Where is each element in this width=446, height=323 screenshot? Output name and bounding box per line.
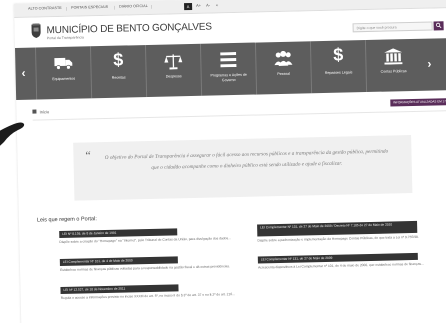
separator: | (66, 5, 68, 11)
search-input[interactable]: Digite o que você procura (352, 21, 433, 33)
people-icon (274, 50, 293, 67)
site-subtitle: Portal da Transparência (46, 35, 84, 41)
official-journal-link[interactable]: DIÁRIO OFICIAL (119, 4, 148, 9)
nav-item-label: Programas e Ações de Governo (210, 72, 247, 82)
list-icon (220, 51, 237, 68)
nav-item-repasses[interactable]: $ Repasses Legais (309, 40, 367, 94)
special-portals-link[interactable]: PORTAIS ESPECIAIS (71, 5, 108, 10)
dollar-icon: $ (113, 49, 124, 70)
high-contrast-link[interactable]: ALTO CONTRASTE (28, 6, 62, 11)
hand-pointer-icon (0, 122, 25, 146)
nav-item-equipamentos[interactable]: Equipamentos (34, 46, 92, 100)
nav-item-contas[interactable]: Contas Públicas (364, 38, 422, 93)
truck-icon (54, 57, 73, 70)
law-link[interactable]: LEI Complementar Nº 131, de 27 de Maio d… (257, 220, 418, 237)
nav-item-label: Contas Públicas (380, 69, 407, 74)
divider (32, 109, 446, 121)
site-title[interactable]: MUNICÍPIO DE BENTO GONÇALVES (46, 22, 211, 37)
nav-item-label: Equipamentos (52, 76, 76, 82)
nav-item-pessoal[interactable]: Pessoal (254, 41, 312, 95)
dollar-icon: $ (332, 44, 344, 65)
nav-item-programas[interactable]: Programas e Ações de Governo (199, 42, 257, 96)
nav-item-label: Despesas (165, 74, 182, 79)
breadcrumb-home-link[interactable]: Início (40, 109, 50, 114)
nav-item-despesas[interactable]: Despesas (144, 43, 202, 98)
nav-item-label: Receitas (111, 75, 126, 80)
quote-icon: “ (85, 148, 91, 163)
browser-page: ALTO CONTRASTE | PORTAIS ESPECIAIS | DIÁ… (14, 0, 446, 323)
font-decrease-button[interactable]: A- (206, 3, 210, 8)
photo-stage: ALTO CONTRASTE | PORTAIS ESPECIAIS | DIÁ… (0, 0, 446, 323)
home-icon[interactable] (32, 109, 37, 114)
nav-item-label: Repasses Legais (324, 70, 353, 75)
building-icon (384, 48, 403, 65)
carousel-next-button[interactable]: › (427, 57, 431, 71)
update-info-badge: INFORMAÇÕES ATUALIZADAS EM 17/04/2017 (390, 97, 446, 107)
font-reset-button[interactable]: A (184, 2, 193, 11)
separator: | (151, 3, 153, 9)
laws-heading: Leis que regem o Portal: (36, 216, 97, 224)
font-increase-button[interactable]: A+ (196, 3, 201, 8)
coat-of-arms-icon[interactable] (30, 23, 41, 39)
law-link[interactable]: LEI Nº 8.159, de 8 de Janeiro de 1991 (59, 228, 178, 239)
separator: | (114, 4, 116, 10)
carousel-prev-button[interactable]: ‹ (21, 66, 25, 80)
law-link[interactable]: LEI Nº 12.527, de 18 de Novembro de 2011 (60, 284, 179, 295)
nav-item-label: Pessoal (277, 71, 291, 77)
nav-item-receitas[interactable]: $ Receitas (89, 45, 147, 99)
search-icon (435, 22, 442, 29)
contrast-icon[interactable]: ◐ (216, 2, 219, 7)
category-carousel: ‹ Equipamentos $ Receitas Despesas Progr… (14, 37, 446, 100)
search-button[interactable] (433, 21, 444, 31)
law-link[interactable]: LEI Complementar Nº 101, de 4 de Maio de… (59, 256, 178, 267)
breadcrumb: Início (32, 109, 49, 114)
scales-icon (164, 54, 183, 70)
